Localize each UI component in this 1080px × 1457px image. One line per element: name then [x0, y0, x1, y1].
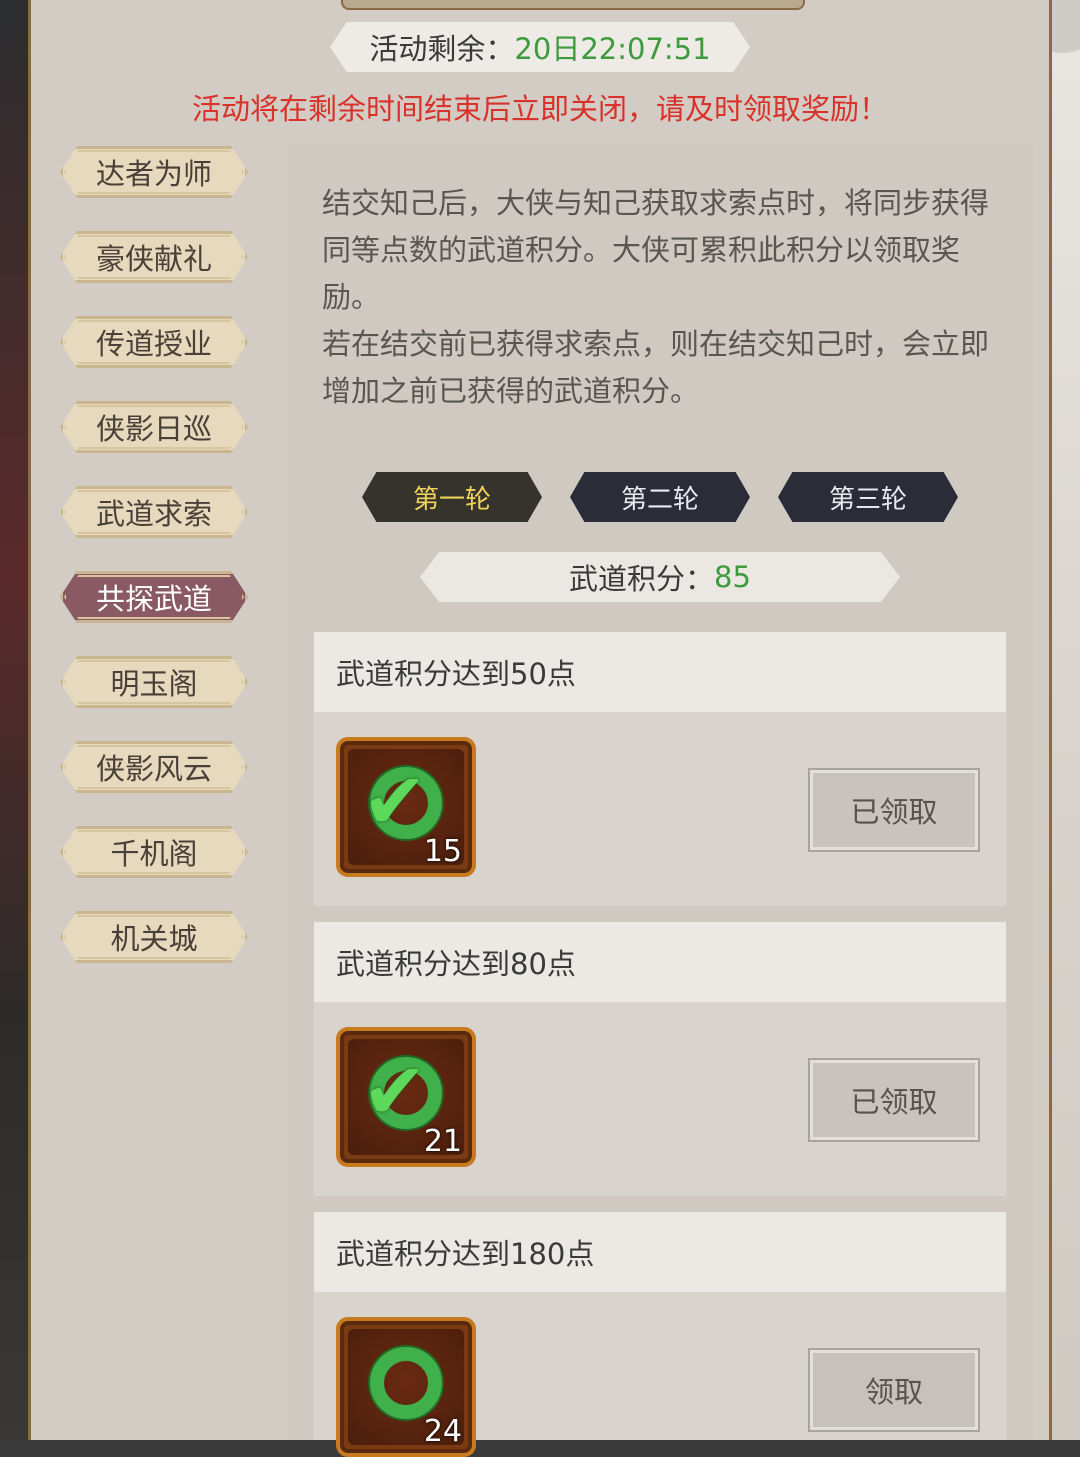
- close-notice: 活动将在剩余时间结束后立即关闭，请及时领取奖励！: [191, 92, 888, 126]
- reward-item-slot[interactable]: ✔ 21: [336, 1027, 476, 1167]
- check-icon: ✔: [362, 1047, 428, 1137]
- sidebar-item-jiguancheng[interactable]: 机关城: [60, 911, 248, 963]
- tab-label: 第二轮: [620, 484, 699, 515]
- sidebar-item-label: 传道授业: [95, 327, 212, 361]
- sidebar-item-mingyuge[interactable]: 明玉阁: [60, 656, 248, 708]
- points-label: 武道积分：: [569, 562, 715, 596]
- reward-body: 24 领取: [314, 1292, 1006, 1457]
- sidebar-item-label: 侠影风云: [95, 752, 212, 786]
- timer-banner: 活动剩余： 20日22:07:51: [330, 22, 750, 72]
- sidebar-item-label: 武道求索: [95, 497, 212, 531]
- points-value: 85: [714, 560, 751, 594]
- background-right: [1014, 0, 1080, 1440]
- reward-title: 武道积分达到50点: [314, 632, 1006, 712]
- reward-card: 武道积分达到180点 24 领取: [314, 1212, 1006, 1457]
- sidebar-item-label: 共探武道: [95, 582, 212, 616]
- tab-label: 第一轮: [412, 484, 491, 515]
- reward-title: 武道积分达到180点: [314, 1212, 1006, 1292]
- background-left: [0, 0, 30, 1440]
- sidebar-item-gongtanwudao[interactable]: 共探武道: [60, 571, 248, 623]
- reward-body: ✔ 21 已领取: [314, 1002, 1006, 1196]
- claimed-button[interactable]: 已领取: [810, 1060, 978, 1140]
- sidebar-item-label: 豪侠献礼: [95, 242, 212, 276]
- tab-round-2[interactable]: 第二轮: [570, 472, 750, 522]
- sidebar-item-qianjige[interactable]: 千机阁: [60, 826, 248, 878]
- panel-top-ornament: [341, 0, 805, 10]
- item-quantity: 15: [423, 834, 462, 869]
- check-icon: ✔: [362, 757, 428, 847]
- tab-label: 第三轮: [828, 484, 907, 515]
- claim-button[interactable]: 领取: [810, 1350, 978, 1430]
- timer-value: 20日22:07:51: [514, 32, 711, 66]
- sidebar-item-xiayingrixun[interactable]: 侠影日巡: [60, 401, 248, 453]
- sidebar-item-label: 明玉阁: [110, 667, 198, 701]
- jade-disc-icon: [370, 1347, 442, 1419]
- claimed-button[interactable]: 已领取: [810, 770, 978, 850]
- sidebar-item-chuandaoshouye[interactable]: 传道授业: [60, 316, 248, 368]
- sidebar-item-label: 侠影日巡: [95, 412, 212, 446]
- tab-round-1[interactable]: 第一轮: [362, 472, 542, 522]
- sidebar-item-wudaoqiusuo[interactable]: 武道求索: [60, 486, 248, 538]
- sidebar-item-label: 机关城: [110, 922, 198, 956]
- item-quantity: 24: [423, 1414, 462, 1449]
- description-paragraph-1: 结交知己后，大侠与知己获取求索点时，将同步获得同等点数的武道积分。大侠可累积此积…: [322, 186, 990, 314]
- reward-card: 武道积分达到80点 ✔ 21 已领取: [314, 922, 1006, 1196]
- sidebar-item-label: 千机阁: [110, 837, 198, 871]
- timer-label: 活动剩余：: [369, 32, 515, 66]
- tab-round-3[interactable]: 第三轮: [778, 472, 958, 522]
- sidebar-item-label: 达者为师: [95, 157, 212, 191]
- reward-body: ✔ 15 已领取: [314, 712, 1006, 906]
- reward-card: 武道积分达到50点 ✔ 15 已领取: [314, 632, 1006, 906]
- reward-item-slot[interactable]: ✔ 15: [336, 737, 476, 877]
- description-paragraph-2: 若在结交前已获得求索点，则在结交知己时，会立即增加之前已获得的武道积分。: [322, 327, 990, 408]
- item-quantity: 21: [423, 1124, 462, 1159]
- sidebar-item-xiayingfengyun[interactable]: 侠影风云: [60, 741, 248, 793]
- description: 结交知己后，大侠与知己获取求索点时，将同步获得同等点数的武道积分。大侠可累积此积…: [322, 180, 992, 415]
- sidebar-item-haoxiaxianli[interactable]: 豪侠献礼: [60, 231, 248, 283]
- reward-title: 武道积分达到80点: [314, 922, 1006, 1002]
- sidebar-item-dazheweishi[interactable]: 达者为师: [60, 146, 248, 198]
- points-banner: 武道积分： 85: [420, 552, 900, 602]
- reward-item-slot[interactable]: 24: [336, 1317, 476, 1457]
